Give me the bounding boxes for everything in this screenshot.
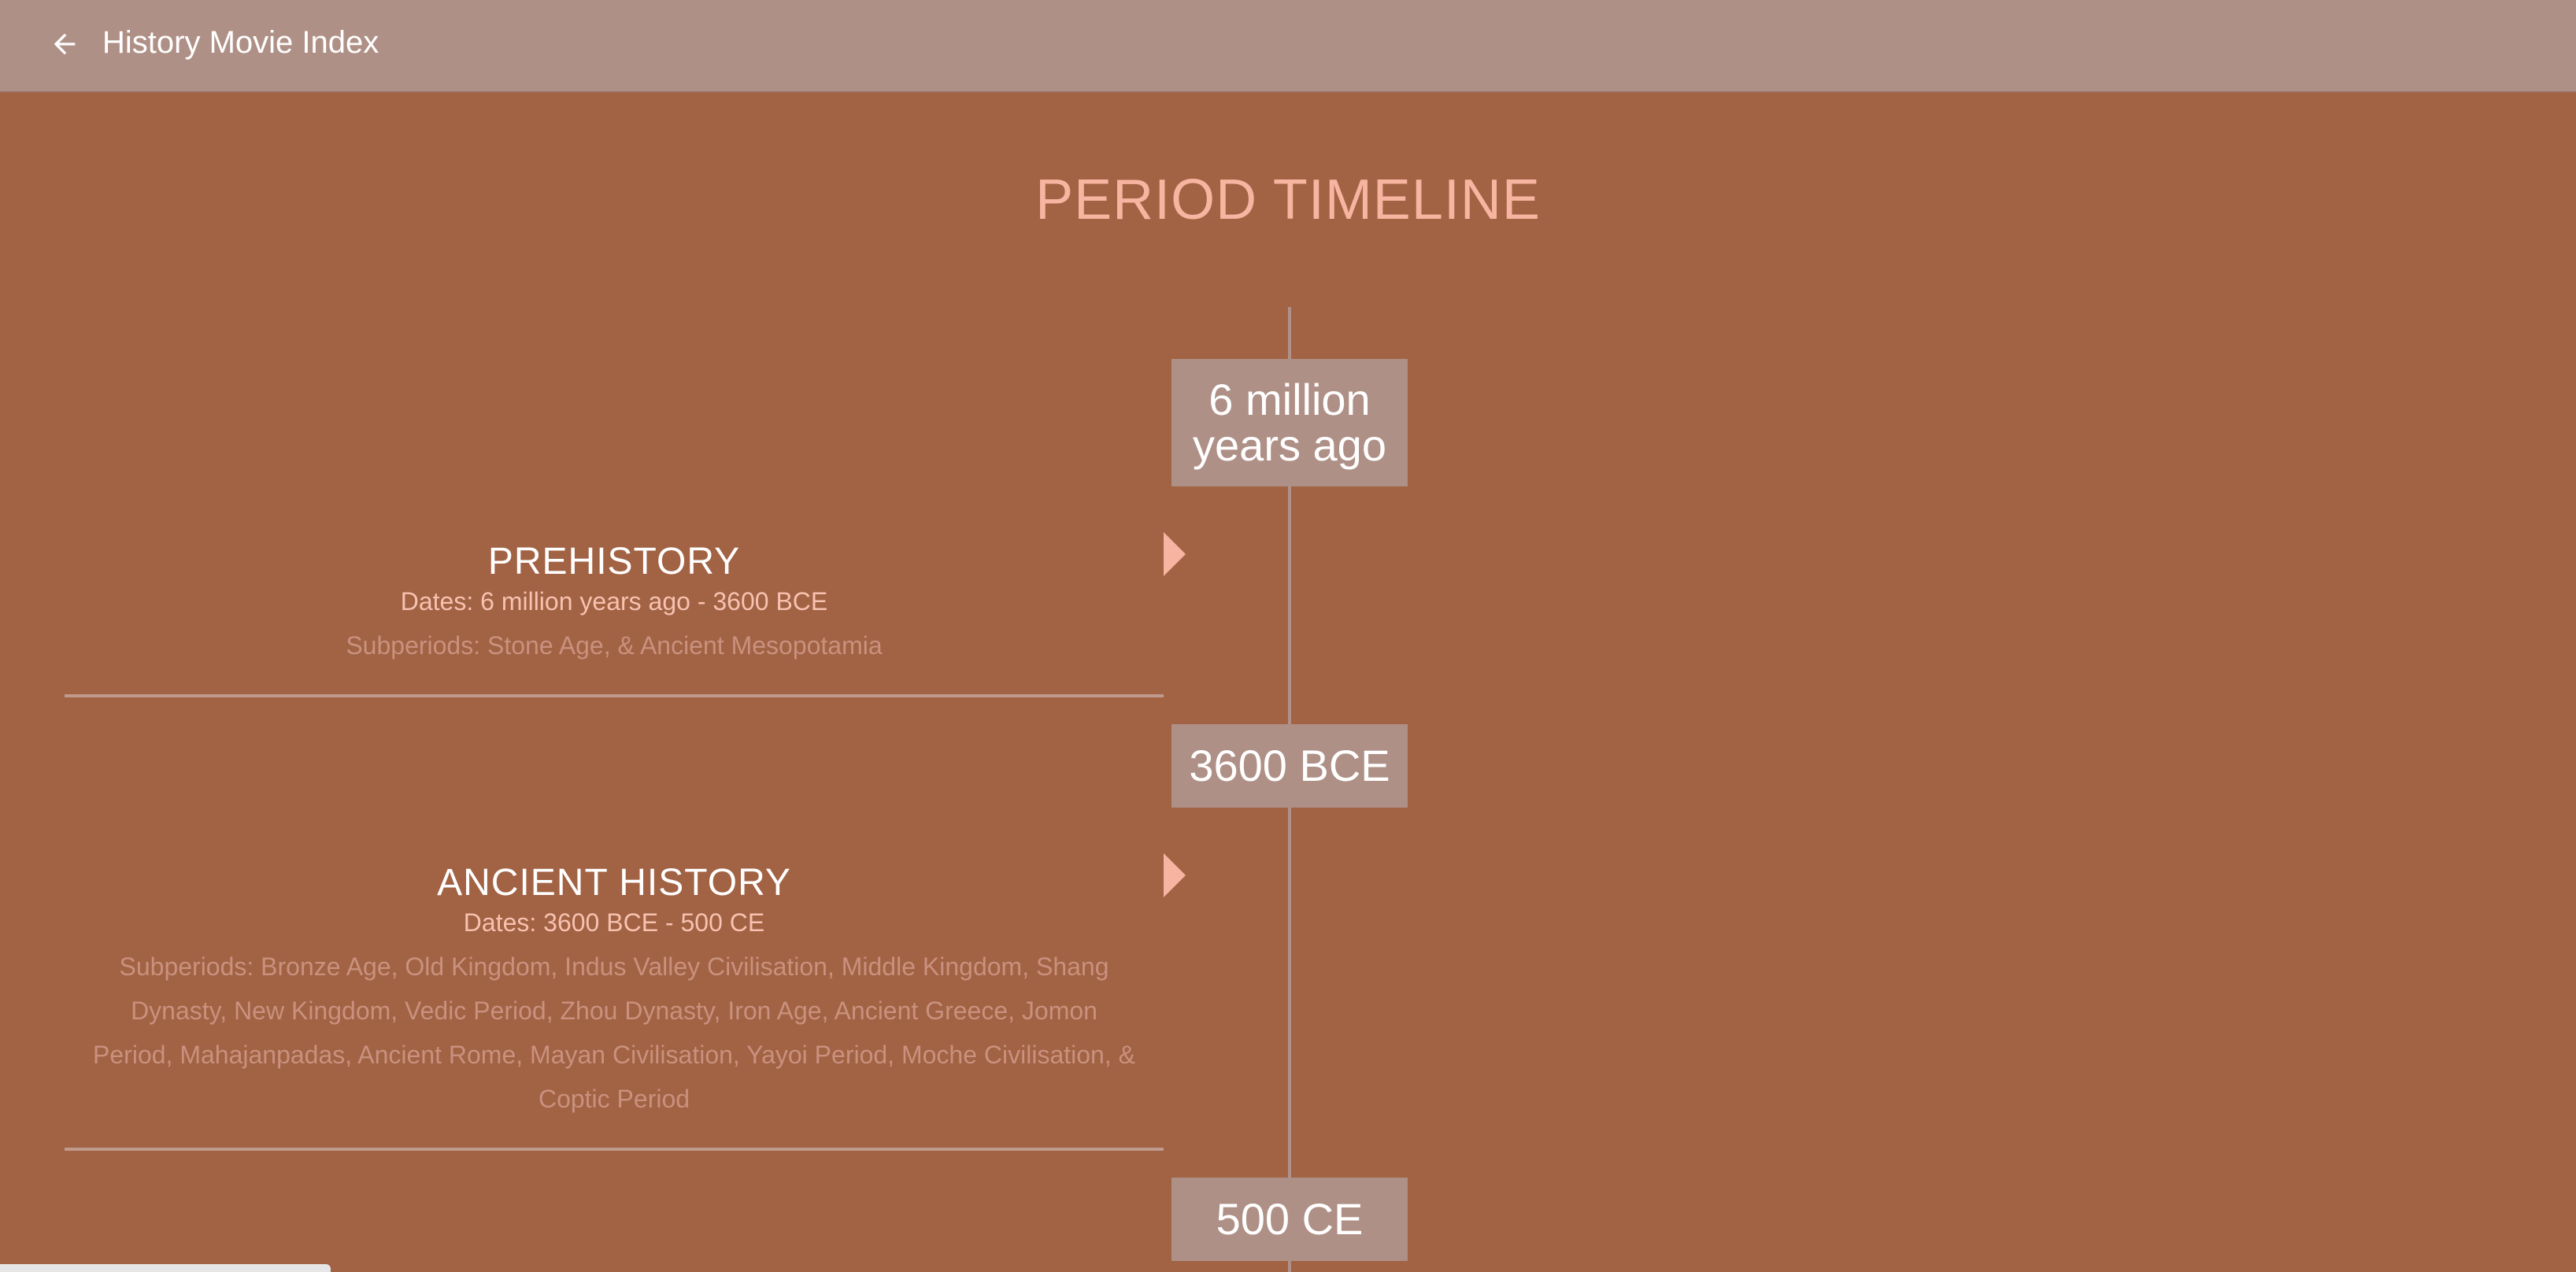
period-title[interactable]: PREHISTORY bbox=[65, 540, 1164, 584]
period-title[interactable]: ANCIENT HISTORY bbox=[65, 861, 1164, 905]
period-dates: Dates: 3600 BCE - 500 CE bbox=[463, 908, 765, 937]
period-pointer-icon bbox=[1164, 853, 1186, 897]
period-divider bbox=[65, 694, 1164, 697]
period-pointer-icon bbox=[1164, 532, 1186, 576]
timeline-marker-6-million-years-ago: 6 million years ago bbox=[1171, 359, 1408, 486]
period-subperiods: Subperiods: Stone Age, & Ancient Mesopot… bbox=[346, 631, 883, 660]
horizontal-scrollbar[interactable] bbox=[0, 1264, 331, 1272]
period-card-prehistory[interactable]: PREHISTORY Dates: 6 million years ago - … bbox=[65, 540, 1164, 667]
timeline-marker-label: years ago bbox=[1193, 420, 1386, 470]
app-title: History Movie Index bbox=[102, 25, 379, 60]
timeline-marker-label: 6 million bbox=[1208, 375, 1371, 424]
period-subperiods: Subperiods: Bronze Age, Old Kingdom, Ind… bbox=[93, 952, 1135, 1113]
period-card-ancient-history[interactable]: ANCIENT HISTORY Dates: 3600 BCE - 500 CE… bbox=[65, 861, 1164, 1121]
app-header: History Movie Index bbox=[0, 0, 2576, 93]
back-button[interactable] bbox=[44, 24, 85, 65]
timeline-marker-label: 3600 BCE bbox=[1189, 741, 1390, 790]
page-title: PERIOD TIMELINE bbox=[1035, 168, 1541, 231]
timeline-marker-label: 500 CE bbox=[1216, 1194, 1364, 1244]
timeline-marker-500-ce: 500 CE bbox=[1171, 1178, 1408, 1261]
period-dates: Dates: 6 million years ago - 3600 BCE bbox=[400, 587, 828, 616]
period-divider bbox=[65, 1148, 1164, 1151]
arrow-left-icon bbox=[54, 33, 76, 55]
timeline-marker-3600-bce: 3600 BCE bbox=[1171, 724, 1408, 808]
